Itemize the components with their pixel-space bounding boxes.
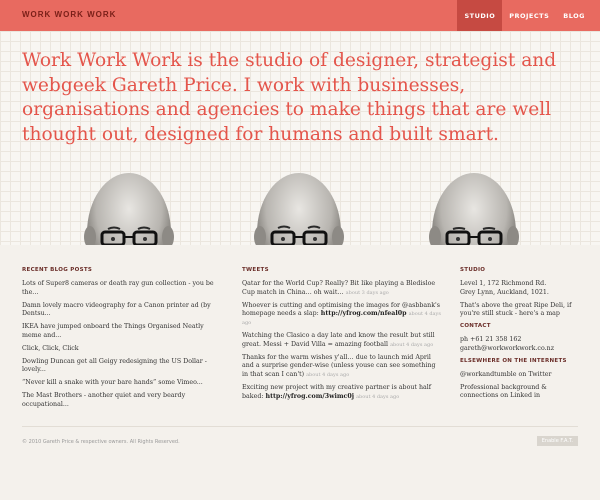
elsewhere-heading: ELSEWHERE ON THE INTERNETS [460, 357, 567, 364]
enable-fat-button[interactable]: Enable F.A.T. [536, 436, 578, 446]
blog-post-link[interactable]: The Mast Brothers - another quiet and ve… [22, 392, 222, 410]
tweet: Watching the Clasico a day late and know… [242, 332, 442, 350]
tweet-time[interactable]: about 3 days ago [346, 290, 389, 296]
map-note[interactable]: That's above the great Ripe Deli, if you… [460, 302, 580, 320]
contact-heading: CONTACT [460, 323, 491, 330]
address-line: Grey Lynn, Auckland, 1021. [460, 288, 549, 296]
copyright: © 2010 Gareth Price & respective owners.… [22, 439, 180, 445]
portrait-photo-left [80, 171, 178, 245]
email-link[interactable]: gareth@workworkwork.co.nz [460, 345, 580, 354]
intro-text: Work Work Work is the studio of designer… [22, 50, 557, 145]
top-bar: WORK WORK WORK STUDIO PROJECTS BLOG [0, 0, 600, 31]
studio-heading: STUDIO [460, 267, 486, 273]
main-nav: STUDIO PROJECTS BLOG [457, 0, 592, 31]
tweet-time[interactable]: about 4 days ago [356, 394, 399, 400]
tweet: Thanks for the warm wishes y'all… due to… [242, 354, 442, 380]
nav-blog[interactable]: BLOG [556, 0, 592, 31]
tweet-link[interactable]: http://yfrog.com/nfeal0p [321, 310, 407, 317]
tweet: Qatar for the World Cup? Really? Bit lik… [242, 280, 442, 298]
tweet-text: Qatar for the World Cup? Really? Bit lik… [242, 280, 436, 296]
footer-divider [22, 426, 578, 427]
blog-post-link[interactable]: “Never kill a snake with your bare hands… [22, 379, 222, 388]
tweet-link[interactable]: http://yfrog.com/3wimc0j [266, 393, 355, 400]
blog-post-link[interactable]: Lots of Super8 cameras or death ray gun … [22, 280, 222, 298]
blog-post-link[interactable]: Dowling Duncan get all Geigy redesigning… [22, 358, 222, 376]
blog-heading: RECENT BLOG POSTS [22, 267, 93, 273]
portrait-photo-right [425, 171, 523, 245]
tweets-heading: TWEETS [242, 267, 269, 273]
blog-post-link[interactable]: Damn lovely macro videography for a Cano… [22, 302, 222, 320]
studio-info: STUDIO Level 1, 172 Richmond Rd. Grey Ly… [460, 267, 580, 405]
tweet-time[interactable]: about 4 days ago [306, 372, 349, 378]
tweet: Exciting new project with my creative pa… [242, 384, 442, 402]
blog-post-link[interactable]: IKEA have jumped onboard the Things Orga… [22, 323, 222, 341]
site-logo[interactable]: WORK WORK WORK [22, 10, 116, 19]
twitter-link[interactable]: @workandtumble on Twitter [460, 371, 580, 380]
phone-number: ph +61 21 358 162 [460, 336, 522, 344]
recent-blog-posts: RECENT BLOG POSTS Lots of Super8 cameras… [22, 267, 222, 414]
tweets: TWEETS Qatar for the World Cup? Really? … [242, 267, 442, 406]
address-line: Level 1, 172 Richmond Rd. [460, 280, 547, 287]
tweet-time[interactable]: about 4 days ago [390, 342, 433, 348]
content-columns: RECENT BLOG POSTS Lots of Super8 cameras… [0, 245, 600, 415]
tweet: Whoever is cutting and optimising the im… [242, 302, 442, 328]
linkedin-link[interactable]: Professional background & connections on… [460, 384, 580, 402]
nav-studio[interactable]: STUDIO [457, 0, 503, 31]
nav-projects[interactable]: PROJECTS [502, 0, 556, 31]
blog-post-link[interactable]: Click, Click, Click [22, 345, 222, 354]
hero: Work Work Work is the studio of designer… [0, 31, 600, 245]
portrait-photo-center [250, 171, 348, 245]
